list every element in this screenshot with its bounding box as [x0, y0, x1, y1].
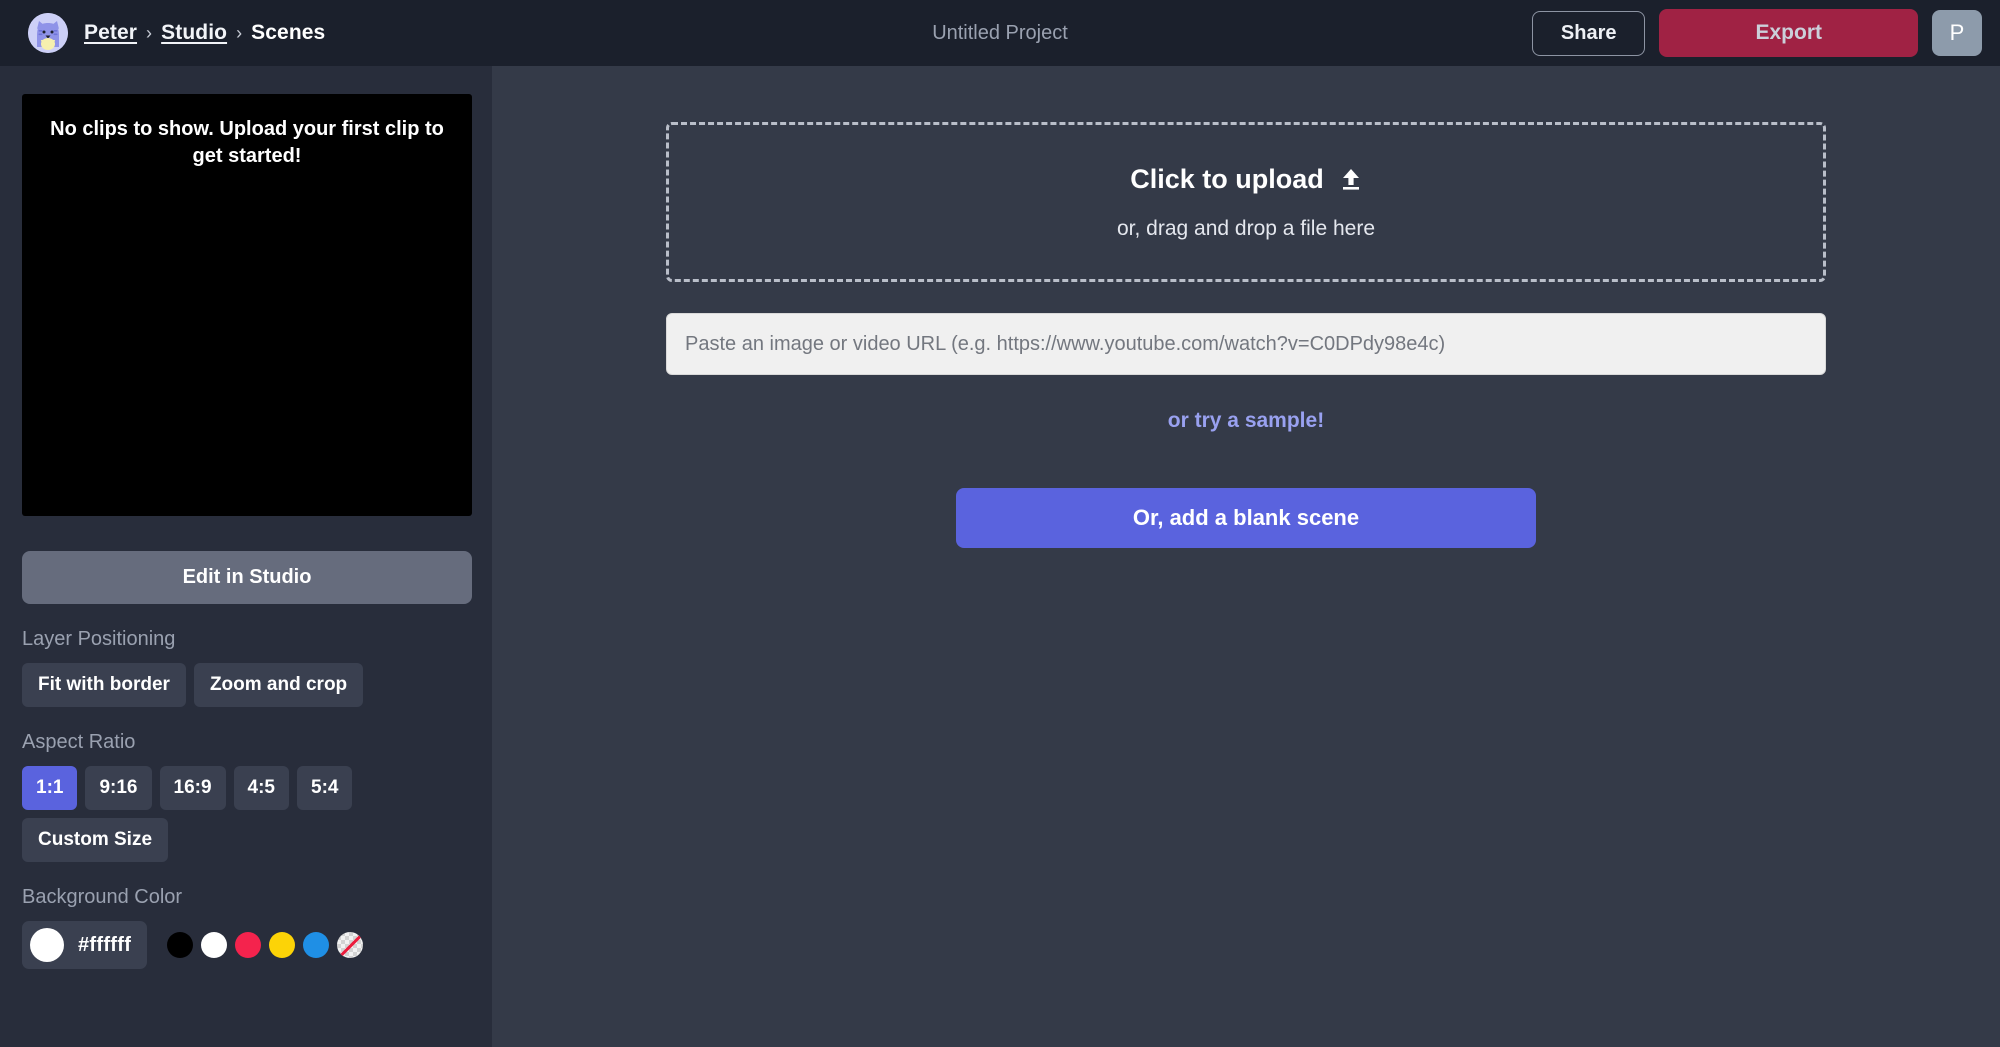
- upload-arrow-icon: [1340, 167, 1362, 191]
- main-content: Click to upload or, drag and drop a file…: [492, 66, 2000, 1047]
- breadcrumb-separator-2: ›: [236, 22, 243, 43]
- current-color-dot-icon: [30, 928, 64, 962]
- cat-avatar-icon[interactable]: [28, 13, 68, 53]
- media-url-input[interactable]: [666, 313, 1826, 375]
- layer-positioning-zoom-and-crop[interactable]: Zoom and crop: [193, 663, 364, 707]
- color-swatch-white[interactable]: [201, 932, 228, 958]
- aspect-ratio-5-4[interactable]: 5:4: [297, 766, 353, 810]
- breadcrumb-item-studio[interactable]: Studio: [161, 21, 227, 45]
- app-root: Peter › Studio › Scenes Untitled Project…: [0, 0, 2000, 1047]
- aspect-ratio-label: Aspect Ratio: [22, 731, 136, 753]
- color-swatches: [167, 932, 364, 958]
- app-header: Peter › Studio › Scenes Untitled Project…: [0, 0, 2000, 66]
- body-split: No clips to show. Upload your first clip…: [0, 66, 2000, 1047]
- layer-positioning-options: Fit with border Zoom and crop: [22, 663, 470, 707]
- background-color-label: Background Color: [22, 886, 183, 908]
- share-button[interactable]: Share: [1531, 10, 1646, 56]
- main-inner: Click to upload or, drag and drop a file…: [666, 122, 1826, 548]
- layer-positioning-fit-with-border[interactable]: Fit with border: [22, 663, 186, 707]
- background-color-picker[interactable]: #ffffff: [22, 921, 148, 969]
- dropzone-title-row: Click to upload: [1130, 164, 1362, 195]
- custom-size-row: Custom Size: [22, 818, 470, 862]
- aspect-ratio-16-9[interactable]: 16:9: [159, 766, 226, 810]
- aspect-ratio-9-16[interactable]: 9:16: [85, 766, 152, 810]
- color-swatch-red[interactable]: [235, 932, 262, 958]
- try-a-sample-link[interactable]: or try a sample!: [666, 409, 1826, 433]
- breadcrumb: Peter › Studio › Scenes: [84, 21, 325, 45]
- export-button[interactable]: Export: [1659, 9, 1918, 57]
- breadcrumb-item-user[interactable]: Peter: [84, 21, 137, 45]
- dropzone-title: Click to upload: [1130, 163, 1324, 194]
- edit-in-studio-button[interactable]: Edit in Studio: [22, 551, 472, 604]
- dropzone-subtitle: or, drag and drop a file here: [1116, 216, 1375, 240]
- background-color-row: #ffffff: [22, 921, 470, 969]
- aspect-ratio-1-1[interactable]: 1:1: [22, 766, 78, 810]
- clip-empty-message: No clips to show. Upload your first clip…: [50, 118, 444, 167]
- color-swatch-blue[interactable]: [303, 932, 330, 958]
- upload-dropzone[interactable]: Click to upload or, drag and drop a file…: [666, 122, 1826, 282]
- profile-avatar-button[interactable]: P: [1932, 10, 1982, 56]
- breadcrumb-separator-1: ›: [146, 22, 153, 43]
- breadcrumb-item-scenes: Scenes: [251, 21, 326, 44]
- clip-preview-panel[interactable]: No clips to show. Upload your first clip…: [22, 94, 472, 516]
- current-color-hex: #ffffff: [78, 933, 132, 956]
- add-blank-scene-button[interactable]: Or, add a blank scene: [956, 488, 1536, 548]
- color-swatch-yellow[interactable]: [269, 932, 296, 958]
- color-swatch-black[interactable]: [167, 932, 194, 958]
- header-actions: Share Export P: [1531, 9, 1982, 57]
- brand-breadcrumb-group: Peter › Studio › Scenes: [28, 13, 325, 53]
- left-sidebar: No clips to show. Upload your first clip…: [0, 66, 492, 1047]
- aspect-ratio-4-5[interactable]: 4:5: [233, 766, 289, 810]
- color-swatch-transparent[interactable]: [337, 932, 364, 958]
- layer-positioning-label: Layer Positioning: [22, 628, 176, 650]
- aspect-ratio-options: 1:1 9:16 16:9 4:5 5:4: [22, 766, 470, 810]
- aspect-ratio-custom-size[interactable]: Custom Size: [22, 818, 169, 862]
- blank-scene-wrap: Or, add a blank scene: [666, 488, 1826, 548]
